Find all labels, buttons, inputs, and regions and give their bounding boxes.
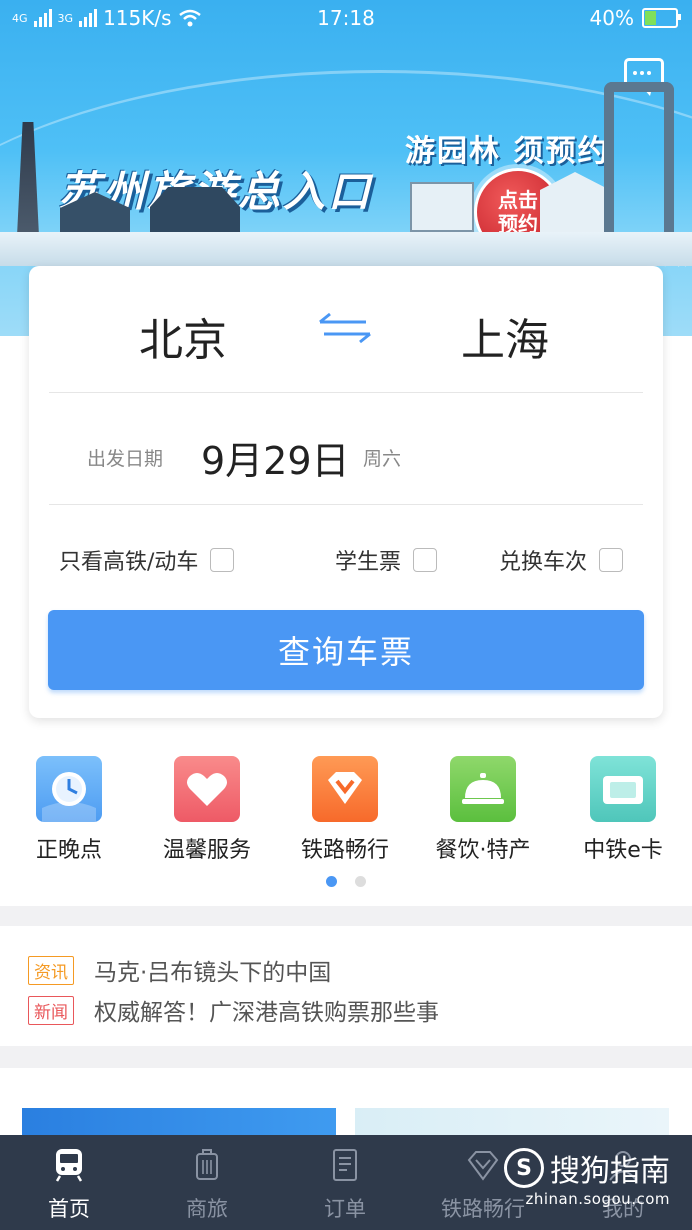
weekday: 周六 <box>363 448 402 470</box>
option-label: 只看高铁/动车 <box>59 550 199 575</box>
search-tickets-button[interactable]: 查询车票 <box>48 610 644 690</box>
tab-home[interactable]: 首页 <box>0 1135 138 1230</box>
option-student-ticket[interactable]: 学生票 <box>335 544 438 576</box>
departure-date[interactable]: 9月29日 <box>201 430 350 485</box>
divider <box>49 504 643 505</box>
status-bar: 4G 3G 115K/s 17:18 40% <box>0 0 692 38</box>
arrival-city[interactable]: 上海 <box>461 304 549 368</box>
tab-label: 首页 <box>48 1197 90 1221</box>
watermark-url: zhinan.sogou.com <box>525 1190 670 1208</box>
quick-link-label: 温馨服务 <box>162 838 251 863</box>
tab-label: 订单 <box>324 1197 366 1221</box>
option-label: 兑换车次 <box>499 550 588 575</box>
date-label: 出发日期 <box>87 448 164 470</box>
checkbox[interactable] <box>210 548 235 572</box>
quick-link-food[interactable]: 餐饮·特产 <box>414 756 552 864</box>
carousel-dots <box>0 876 692 887</box>
quick-link-label: 铁路畅行 <box>300 838 389 863</box>
quick-link-service[interactable]: 温馨服务 <box>138 756 276 864</box>
option-high-speed-only[interactable]: 只看高铁/动车 <box>59 544 235 576</box>
service-bell-icon <box>450 756 516 822</box>
train-icon <box>55 1149 83 1182</box>
news-item[interactable]: 资讯 马克·吕布镜头下的中国 <box>28 953 331 987</box>
quick-links: 正晚点 温馨服务 铁路畅行 餐饮·特产 中铁e卡 <box>0 756 692 866</box>
bottom-tab-bar: 首页 商旅 订单 铁路畅行 我的 S 搜狗指南 zhinan.sogou.com <box>0 1135 692 1230</box>
quick-link-label: 餐饮·特产 <box>435 838 531 863</box>
sogou-watermark: S 搜狗指南 zhinan.sogou.com <box>504 1146 670 1208</box>
option-label: 学生票 <box>335 550 402 575</box>
news-headline: 权威解答！广深港高铁购票那些事 <box>94 1000 439 1026</box>
quick-link-label: 正晚点 <box>35 838 102 863</box>
booking-card: 北京 上海 出发日期 9月29日 周六 只看高铁/动车 学生票 兑换车次 查询车… <box>29 266 663 718</box>
quick-link-on-time[interactable]: 正晚点 <box>0 756 138 864</box>
section-gap <box>0 906 692 926</box>
news-item[interactable]: 新闻 权威解答！广深港高铁购票那些事 <box>28 993 439 1027</box>
diamond-icon <box>467 1151 499 1181</box>
tab-business-travel[interactable]: 商旅 <box>138 1135 276 1230</box>
sogou-logo-icon: S <box>504 1148 544 1188</box>
news-headline: 马克·吕布镜头下的中国 <box>94 960 332 986</box>
card-icon <box>590 756 656 822</box>
page-dot[interactable] <box>355 876 366 887</box>
clock-icon <box>36 756 102 822</box>
watermark-brand: 搜狗指南 <box>550 1154 670 1189</box>
checkbox[interactable] <box>599 548 624 572</box>
quick-link-label: 中铁e卡 <box>583 838 663 863</box>
divider <box>49 392 643 393</box>
diamond-icon <box>312 756 378 822</box>
quick-link-e-card[interactable]: 中铁e卡 <box>554 756 692 864</box>
news-tag: 资讯 <box>28 955 74 985</box>
order-list-icon <box>333 1149 357 1181</box>
page-dot-active[interactable] <box>326 876 337 887</box>
heart-icon <box>174 756 240 822</box>
swap-cities-icon[interactable] <box>316 310 374 346</box>
checkbox[interactable] <box>413 548 438 572</box>
banner-subtitle: 游园林 须预约 <box>405 134 610 169</box>
tab-orders[interactable]: 订单 <box>276 1135 414 1230</box>
battery-icon <box>642 8 681 28</box>
luggage-icon <box>196 1149 218 1180</box>
news-tag: 新闻 <box>28 995 74 1025</box>
quick-link-railway-pass[interactable]: 铁路畅行 <box>276 756 414 864</box>
section-gap <box>0 1046 692 1068</box>
battery-percent: 40% <box>589 6 634 30</box>
clock: 17:18 <box>317 6 375 30</box>
option-exchange-train[interactable]: 兑换车次 <box>499 544 624 576</box>
tab-label: 商旅 <box>186 1197 228 1221</box>
departure-city[interactable]: 北京 <box>139 304 227 368</box>
